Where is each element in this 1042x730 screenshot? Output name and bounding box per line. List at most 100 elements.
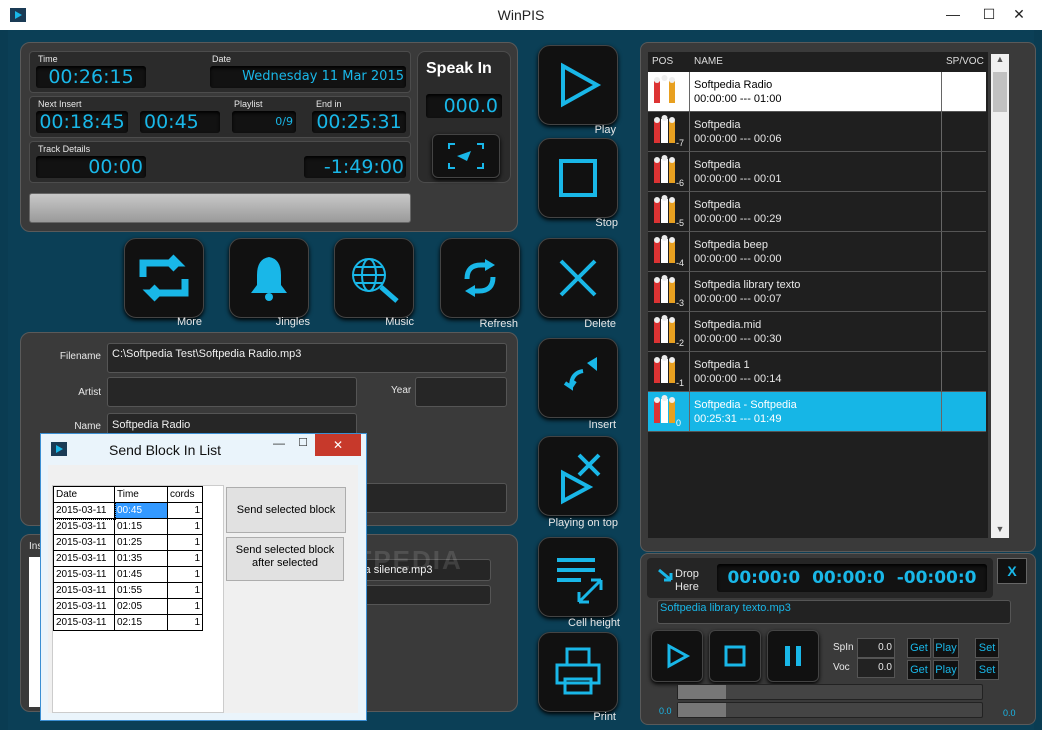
track-progress-bar[interactable] [29,193,411,223]
playlist-row[interactable]: -4 Softpedia beep 00:00:00 --- 00:00 [648,232,986,272]
block-row[interactable]: 2015-03-11 01:35 1 [53,550,203,567]
dialog-title: Send Block In List [109,442,222,458]
playlist-row[interactable]: 0 Softpedia - Softpedia 00:25:31 --- 01:49 [648,392,986,432]
position-slider[interactable] [677,684,983,700]
counter-position: 00:00:0 [812,568,885,588]
block-row[interactable]: 2015-03-11 02:05 1 [53,598,203,615]
print-button[interactable] [538,632,618,712]
cell-height-button[interactable] [538,537,618,617]
block-list[interactable]: Date Time cords 2015-03-11 00:45 1 2015-03-… [52,485,224,713]
scrollbar-thumb[interactable] [993,72,1007,112]
cell-date: 2015-03-11 [53,614,115,631]
row-divider [689,392,690,431]
delete-button[interactable] [538,238,618,318]
spin-get-button[interactable]: Get [907,638,931,658]
block-row[interactable]: 2015-03-11 01:45 1 [53,566,203,583]
jingles-button[interactable] [229,238,309,318]
pause-icon [785,646,801,666]
block-row[interactable]: 2015-03-11 01:25 1 [53,534,203,551]
player-pause-button[interactable] [767,630,819,682]
insert-button[interactable] [538,338,618,418]
row-divider [689,192,690,231]
stop-icon [559,159,597,197]
cell-date: 2015-03-11 [53,566,115,583]
playlist-row[interactable]: -5 Softpedia 00:00:00 --- 00:29 [648,192,986,232]
voc-value[interactable]: 0.0 [857,658,895,678]
row-pos: -3 [676,298,685,308]
refresh-button[interactable] [440,238,520,318]
playlist-row[interactable]: -3 Softpedia library texto 00:00:00 --- 00… [648,272,986,312]
send-selected-button[interactable]: Send selected block [226,487,346,533]
row-time: 00:00:00 --- 00:07 [694,293,782,305]
playlist-row[interactable]: -8 Softpedia Radio 00:00:00 --- 01:00 [648,72,986,112]
row-name: Softpedia beep [694,239,769,251]
insert-file-field-2[interactable] [351,585,491,605]
send-block-dialog: Send Block In List — ☐ ✕ Date Time cords… [40,433,367,721]
voc-set-button[interactable]: Set [975,660,999,680]
row-pos: -7 [676,138,685,148]
playlist-row[interactable]: -1 Softpedia 1 00:00:00 --- 00:14 [648,352,986,392]
speak-in-box: Speak In 000.0 [417,51,511,183]
track-elapsed: 00:00 [36,156,146,178]
drop-zone[interactable]: Drop Here 00:00:0 00:00:0 -00:00:0 [647,558,993,598]
more-button[interactable] [124,238,204,318]
voc-label: Voc [833,662,850,673]
row-name: Softpedia library texto [694,279,801,291]
scroll-up-icon[interactable]: ▲ [991,54,1009,64]
date-label: Date [212,54,232,64]
music-label: Music [385,316,414,328]
send-after-button[interactable]: Send selected block after selected [226,537,344,581]
extra-field[interactable] [361,483,507,513]
music-button[interactable] [334,238,414,318]
printer-icon [555,647,601,695]
dialog-close-button[interactable]: ✕ [315,434,361,456]
row-divider [689,112,690,151]
spin-set-button[interactable]: Set [975,638,999,658]
volume-slider[interactable] [677,702,983,718]
block-row[interactable]: 2015-03-11 01:15 1 [53,518,203,535]
row-pos: -1 [676,378,685,388]
year-field[interactable] [415,377,507,407]
volume-slider-thumb[interactable] [678,703,726,717]
player-stop-button[interactable] [709,630,761,682]
row-name: Softpedia [694,159,741,171]
play-icon [561,62,602,108]
row-divider [689,352,690,391]
insert-box: Next Insert 00:18:45 00:45 Playlist 0/9 … [29,96,411,138]
playlist-row[interactable]: -6 Softpedia 00:00:00 --- 00:01 [648,152,986,192]
position-slider-thumb[interactable] [678,685,726,699]
block-row[interactable]: 2015-03-11 00:45 1 [52,501,203,520]
player-play-button[interactable] [651,630,703,682]
spin-value[interactable]: 0.0 [857,638,895,658]
playlist-row[interactable]: -2 Softpedia.mid 00:00:00 --- 00:30 [648,312,986,352]
playing-on-top-button[interactable] [538,436,618,516]
scroll-down-icon[interactable]: ▼ [991,524,1009,534]
close-button[interactable]: ✕ [996,0,1042,30]
cell-time: 01:45 [114,566,168,583]
playlist-row[interactable]: -7 Softpedia 00:00:00 --- 00:06 [648,112,986,152]
block-row[interactable]: 2015-03-11 02:15 1 [53,614,203,631]
cell-date: 2015-03-11 [53,518,115,535]
pos-right-value: 0.0 [1003,708,1016,718]
spin-play-button[interactable]: Play [933,638,959,658]
player-file-field[interactable]: Softpedia library texto.mp3 [657,600,1011,624]
row-name: Softpedia [694,199,741,211]
playing-on-top-label: Playing on top [548,517,618,529]
block-row[interactable]: 2015-03-11 01:55 1 [53,582,203,599]
dialog-maximize-button[interactable]: ☐ [293,436,313,460]
filename-field[interactable]: C:\Softpedia Test\Softpedia Radio.mp3 [107,343,507,373]
voc-get-button[interactable]: Get [907,660,931,680]
voc-play-button[interactable]: Play [933,660,959,680]
stop-button[interactable] [538,138,618,218]
artist-field[interactable] [107,377,357,407]
player-close-button[interactable]: X [997,558,1027,584]
playlist-scrollbar[interactable]: ▲ ▼ [991,54,1009,538]
dialog-minimize-button[interactable]: — [269,436,289,460]
end-in-display: 00:25:31 [312,111,406,133]
delete-label: Delete [584,318,616,330]
row-divider [941,232,942,271]
fullscreen-button[interactable] [432,134,500,178]
cell-cords: 1 [167,502,203,519]
play-button[interactable] [538,45,618,125]
next-insert-label: Next Insert [38,99,82,109]
